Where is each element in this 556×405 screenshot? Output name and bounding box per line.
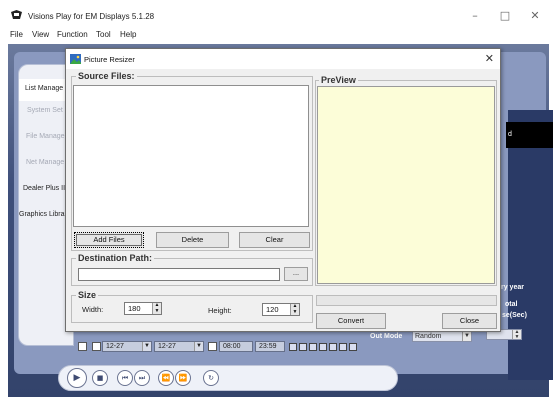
weekday-checkbox[interactable] — [289, 343, 297, 351]
menu-file[interactable]: File — [10, 30, 23, 39]
chevron-down-icon[interactable]: ▼ — [194, 342, 203, 351]
spin-arrows-icon[interactable]: ▲ ▼ — [152, 302, 161, 314]
right-black-box: d — [506, 122, 553, 148]
width-spinner[interactable]: 180 ▲ ▼ — [124, 302, 162, 315]
weekday-checkbox[interactable] — [349, 343, 357, 351]
source-files-label: Source Files: — [76, 71, 137, 81]
menu-function[interactable]: Function — [57, 30, 88, 39]
forward-icon[interactable]: ⏩ — [175, 370, 191, 386]
total-label: otal — [505, 301, 518, 308]
delete-button[interactable]: Delete — [156, 232, 229, 248]
app-title: Visions Play for EM Displays 5.1.28 — [28, 12, 155, 21]
menu-view[interactable]: View — [32, 30, 49, 39]
play-icon[interactable]: ▶ — [67, 368, 87, 388]
clear-button[interactable]: Clear — [239, 232, 310, 248]
time-checkbox[interactable] — [208, 342, 217, 351]
stop-icon[interactable]: ■ — [92, 370, 108, 386]
weekday-checkbox[interactable] — [339, 343, 347, 351]
menu-bar: File View Function Tool Help — [0, 29, 556, 43]
dialog-title: Picture Resizer — [84, 55, 135, 64]
spin-arrows-icon[interactable]: ▲ ▼ — [512, 330, 521, 339]
close-icon[interactable]: ✕ — [485, 52, 494, 65]
maximize-button[interactable]: □ — [498, 10, 512, 22]
width-label: Width: — [82, 305, 104, 314]
weekday-checkbox[interactable] — [299, 343, 307, 351]
player-controls: ▶ ■ ⏮ ⏭ ⏪ ⏩ ↻ — [58, 365, 398, 391]
menu-tool[interactable]: Tool — [96, 30, 111, 39]
pause-sec-label: se(Sec) — [502, 312, 527, 319]
chevron-down-icon[interactable]: ▼ — [142, 342, 151, 351]
picture-resizer-dialog: Picture Resizer ✕ Source Files: Add File… — [65, 48, 501, 332]
menu-help[interactable]: Help — [120, 30, 136, 39]
out-mode-label: Out Mode — [370, 333, 403, 340]
end-time-field[interactable]: 23:59 — [255, 341, 285, 352]
weekday-checkbox[interactable] — [319, 343, 327, 351]
app-logo-icon — [11, 10, 22, 19]
destination-path-label: Destination Path: — [76, 253, 155, 263]
destination-path-input[interactable] — [78, 268, 280, 281]
add-files-button[interactable]: Add Files — [74, 232, 144, 248]
source-files-list[interactable] — [73, 85, 309, 227]
prev-icon[interactable]: ⏮ — [117, 370, 133, 386]
start-time-field[interactable]: 08:00 — [219, 341, 253, 352]
start-date-field[interactable]: 12-27 ▼ — [102, 341, 152, 352]
preview-label: PreView — [319, 75, 358, 85]
out-mode-select[interactable]: Random ▼ — [412, 331, 472, 342]
dialog-titlebar: Picture Resizer ✕ — [66, 49, 500, 69]
start-date-checkbox[interactable] — [92, 342, 101, 351]
chevron-down-icon[interactable]: ▼ — [462, 332, 471, 341]
close-app-button[interactable]: ✕ — [528, 10, 542, 22]
every-year-label: ry year — [501, 284, 524, 291]
spin-arrows-icon[interactable]: ▲ ▼ — [290, 303, 299, 315]
height-label: Height: — [208, 306, 232, 315]
preview-area — [317, 86, 495, 284]
browse-button[interactable]: ... — [284, 267, 308, 281]
height-spinner[interactable]: 120 ▲ ▼ — [262, 303, 300, 316]
app-titlebar: Visions Play for EM Displays 5.1.28 – □ … — [0, 0, 556, 29]
schedule-enable-checkbox[interactable] — [78, 342, 87, 351]
convert-button[interactable]: Convert — [316, 313, 386, 329]
refresh-icon[interactable]: ↻ — [203, 370, 219, 386]
end-date-field[interactable]: 12-27 ▼ — [154, 341, 204, 352]
rewind-icon[interactable]: ⏪ — [158, 370, 174, 386]
size-label: Size — [76, 290, 99, 300]
next-icon[interactable]: ⏭ — [134, 370, 150, 386]
minimize-button[interactable]: – — [468, 10, 482, 22]
conversion-progress-bar — [316, 295, 497, 306]
weekday-checkbox[interactable] — [329, 343, 337, 351]
close-button[interactable]: Close — [442, 313, 497, 329]
weekday-checkbox[interactable] — [309, 343, 317, 351]
picture-icon — [70, 54, 81, 64]
